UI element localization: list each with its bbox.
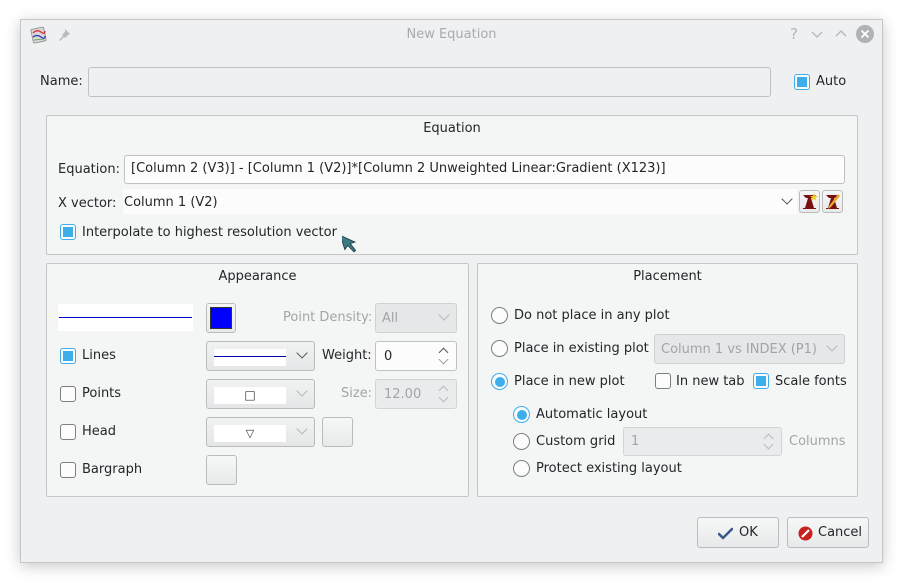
radio-existing-plot[interactable] [491, 340, 508, 357]
in-new-tab-checkbox[interactable] [655, 373, 671, 389]
edit-vector-icon [826, 194, 840, 209]
radio-existing-plot-label: Place in existing plot [514, 341, 649, 356]
point-symbol: □ [214, 387, 286, 404]
scale-fonts-label: Scale fonts [775, 374, 847, 389]
interpolate-checkbox[interactable] [60, 224, 76, 240]
lines-checkbox[interactable] [60, 348, 76, 364]
new-vector-button[interactable] [799, 190, 820, 213]
new-equation-dialog: New Equation ? Name: Auto Equation Equat… [20, 19, 883, 563]
xvector-value: Column 1 (V2) [124, 195, 218, 210]
bargraph-label: Bargraph [82, 462, 143, 477]
line-preview [58, 304, 193, 331]
radio-automatic-layout[interactable] [513, 406, 530, 423]
point-density-value: All [382, 311, 399, 326]
head-color-button[interactable] [322, 417, 353, 447]
cancel-label: Cancel [818, 525, 863, 540]
size-value: 12.00 [384, 387, 422, 402]
point-density-combo[interactable]: All [375, 303, 457, 333]
color-swatch [210, 307, 232, 329]
chevron-down-icon [296, 347, 308, 359]
xvector-combo[interactable]: Column 1 (V2) [123, 189, 797, 214]
equation-group-title: Equation [423, 121, 481, 136]
bargraph-checkbox[interactable] [60, 462, 76, 478]
checkmark-icon [718, 527, 733, 540]
placement-group: Placement Do not place in any plot Place… [477, 263, 858, 497]
help-icon[interactable]: ? [785, 25, 803, 43]
head-symbol: ▽ [214, 425, 286, 442]
weight-label: Weight: [322, 348, 372, 363]
chevron-down-icon [296, 423, 308, 435]
chevron-down-icon [438, 309, 450, 321]
equation-group: Equation Equation: [Column 2 (V3)] - [Co… [46, 115, 858, 255]
radio-protect-layout[interactable] [513, 460, 530, 477]
radio-do-not-place-label: Do not place in any plot [514, 308, 670, 323]
equation-input[interactable]: [Column 2 (V3)] - [Column 1 (V2)]*[Colum… [124, 155, 845, 184]
cancel-icon [798, 526, 813, 541]
spin-down-icon[interactable] [438, 354, 449, 365]
weight-value: 0 [384, 349, 393, 364]
maximize-icon[interactable] [832, 25, 850, 43]
title-bar[interactable]: New Equation ? [21, 20, 882, 50]
head-symbol-combo[interactable]: ▽ [206, 417, 315, 447]
scale-fonts-checkbox[interactable] [753, 373, 769, 389]
equation-label: Equation: [58, 162, 120, 177]
edit-vector-button[interactable] [822, 190, 843, 213]
close-icon[interactable] [856, 25, 874, 43]
interpolate-label: Interpolate to highest resolution vector [82, 225, 337, 240]
radio-do-not-place[interactable] [491, 307, 508, 324]
size-spinbox[interactable]: 12.00 [375, 379, 457, 409]
bargraph-color-button[interactable] [206, 455, 237, 485]
columns-label: Columns [789, 434, 846, 449]
minimize-icon[interactable] [808, 25, 826, 43]
radio-custom-grid-label: Custom grid [536, 434, 616, 449]
auto-label: Auto [816, 74, 847, 89]
existing-plot-combo[interactable]: Column 1 vs INDEX (P1) [654, 334, 845, 364]
in-new-tab-label: In new tab [676, 374, 745, 389]
placement-group-title: Placement [633, 269, 702, 284]
radio-new-plot[interactable] [491, 373, 508, 390]
columns-value: 1 [631, 434, 640, 449]
head-label: Head [82, 424, 116, 439]
window-title: New Equation [406, 27, 497, 42]
lines-label: Lines [82, 348, 116, 363]
radio-automatic-layout-label: Automatic layout [536, 407, 648, 422]
mouse-cursor-icon [339, 232, 358, 258]
size-label: Size: [341, 386, 373, 401]
line-style-preview [214, 349, 286, 366]
line-style-combo[interactable] [206, 341, 315, 371]
cancel-button[interactable]: Cancel [787, 517, 869, 548]
ok-button[interactable]: OK [697, 517, 779, 548]
appearance-group-title: Appearance [218, 269, 297, 284]
points-checkbox[interactable] [60, 386, 76, 402]
weight-spinbox[interactable]: 0 [375, 341, 457, 371]
line-color-button[interactable] [206, 303, 236, 333]
existing-plot-value: Column 1 vs INDEX (P1) [661, 342, 817, 357]
points-label: Points [82, 386, 122, 401]
spin-down-icon[interactable] [763, 439, 774, 450]
new-vector-icon [803, 193, 818, 209]
chevron-down-icon [781, 192, 793, 205]
spin-down-icon[interactable] [438, 392, 449, 403]
head-checkbox[interactable] [60, 424, 76, 440]
radio-protect-layout-label: Protect existing layout [536, 461, 682, 476]
name-label: Name: [40, 74, 83, 89]
chevron-down-icon [826, 340, 838, 352]
point-density-label: Point Density: [283, 310, 373, 325]
auto-checkbox[interactable] [794, 74, 810, 90]
chevron-down-icon [296, 385, 308, 397]
radio-custom-grid[interactable] [513, 433, 530, 450]
equation-input-value: [Column 2 (V3)] - [Column 1 (V2)]*[Colum… [131, 161, 666, 176]
name-input[interactable] [88, 67, 771, 97]
xvector-label: X vector: [58, 196, 117, 211]
columns-spinbox[interactable]: 1 [623, 427, 782, 456]
appearance-group: Appearance Point Density: All Lines Weig… [46, 263, 469, 497]
radio-new-plot-label: Place in new plot [514, 374, 625, 389]
ok-label: OK [739, 525, 758, 540]
point-symbol-combo[interactable]: □ [206, 379, 315, 409]
